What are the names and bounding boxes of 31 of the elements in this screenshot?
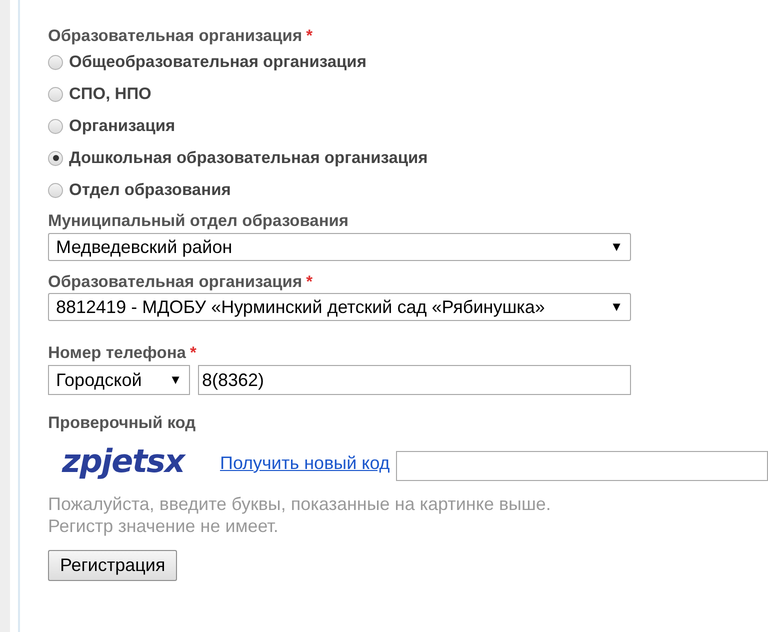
dropdown[interactable]: Медведевский район ▼ [48, 233, 631, 261]
field-label: Проверочный код [48, 412, 196, 434]
field-label: Образовательная организация [48, 272, 302, 293]
radio-option[interactable]: Отдел образования [48, 174, 768, 206]
dropdown[interactable]: 8812419 - МДОБУ «Нурминский детский сад «Рябинушка» ▼ [48, 293, 631, 321]
field-label: Муниципальный отдел образования [48, 210, 349, 232]
field-label: Номер телефона [48, 342, 186, 364]
radio-option[interactable]: СПО, НПО [48, 78, 768, 110]
radio-button[interactable] [48, 182, 63, 198]
register-button[interactable]: Регистрация [48, 550, 178, 581]
radio-button[interactable] [48, 150, 63, 166]
dropdown-arrow-icon: ▼ [610, 237, 623, 257]
radio-option[interactable]: Общеобразовательная организация [48, 46, 768, 78]
radio-option[interactable]: Дошкольная образовательная организация [48, 142, 768, 174]
field-label: Образовательная организация [48, 26, 302, 47]
required-mark: * [306, 26, 313, 47]
dropdown-arrow-icon: ▼ [610, 297, 623, 317]
required-mark: * [306, 272, 313, 293]
radio-button[interactable] [48, 54, 63, 70]
dropdown-arrow-icon: ▼ [169, 370, 182, 390]
dropdown[interactable]: Городской ▼ [48, 365, 190, 395]
help-text: Пожалуйста, введите буквы, показанные на картинке выше. [48, 493, 552, 515]
help-text: Регистр значение не имеет. [48, 515, 280, 537]
radio-option[interactable]: Организация [48, 110, 768, 142]
captcha-image: zpjetsx [62, 441, 187, 481]
radio-button[interactable] [48, 86, 63, 102]
phone-input[interactable]: 8(8362) [198, 365, 631, 395]
captcha-input[interactable] [396, 451, 768, 481]
radio-button[interactable] [48, 118, 63, 134]
new-code-link[interactable]: Получить новый код [220, 450, 390, 477]
required-mark: * [190, 342, 196, 364]
